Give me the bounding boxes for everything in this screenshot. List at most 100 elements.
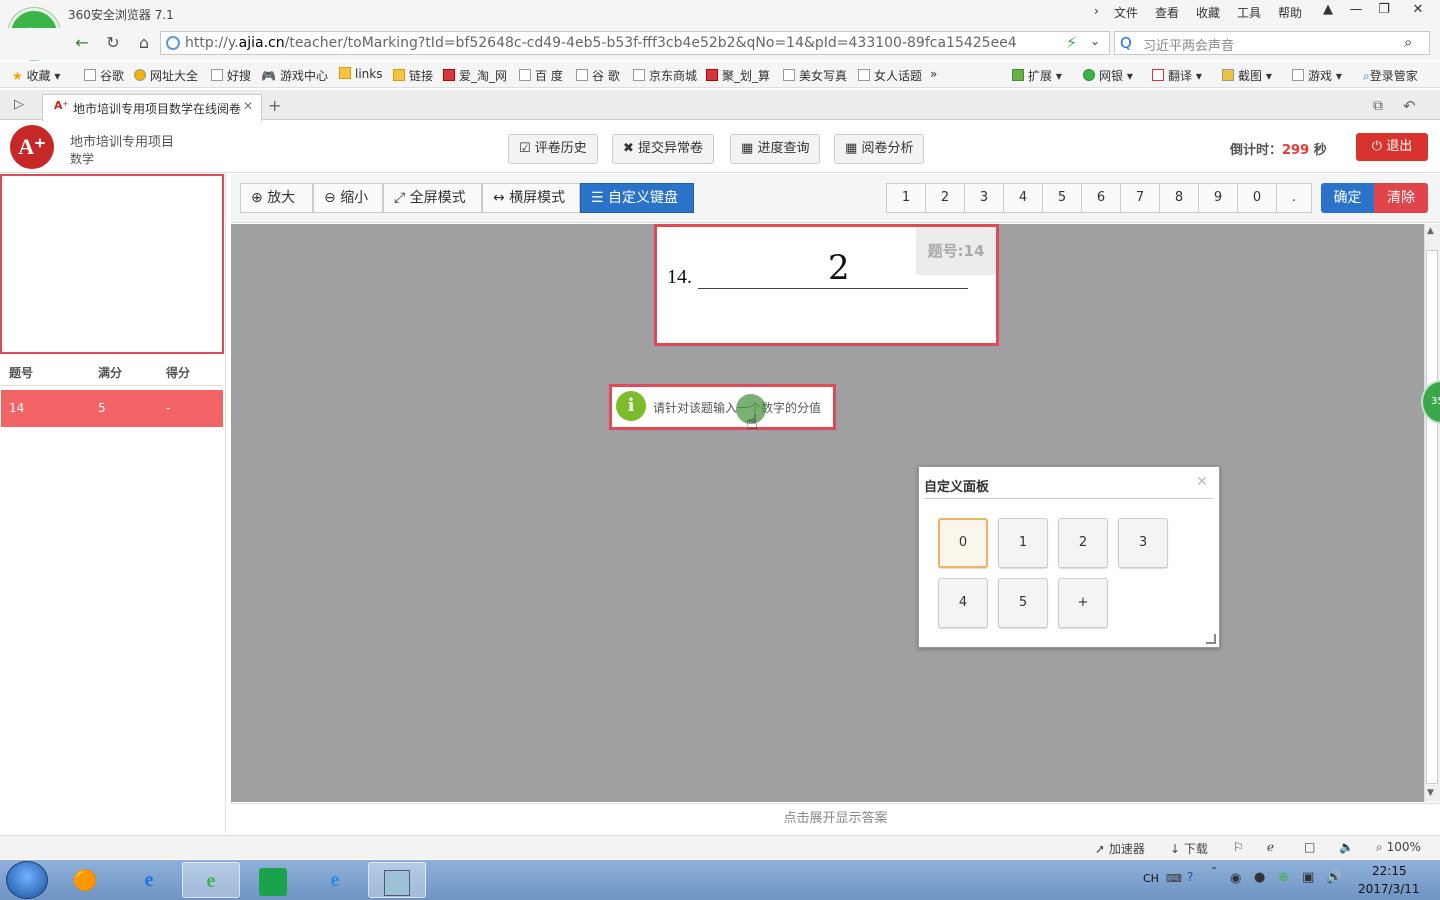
taskbar-green-app-icon[interactable]	[244, 862, 302, 898]
accelerator-button[interactable]: ➚ 加速器	[1095, 840, 1145, 857]
bookmark-nvren[interactable]: 女人话题	[858, 67, 922, 84]
clear-button[interactable]: 清除	[1374, 183, 1428, 213]
ie-mode-icon[interactable]: ℯ	[1267, 840, 1274, 854]
numkey-7[interactable]: 7	[1120, 183, 1160, 213]
bookmark-haosou[interactable]: 好搜	[211, 67, 251, 84]
chevron-down-icon[interactable]: ⌄	[1090, 34, 1100, 48]
panel-key-plus[interactable]: +	[1058, 578, 1108, 628]
numkey-0[interactable]: 0	[1237, 183, 1277, 213]
toolbar-login-manager[interactable]: ⌕登录管家	[1363, 67, 1418, 84]
tray-app-icon[interactable]: ◉	[1230, 871, 1241, 886]
menu-view[interactable]: 查看	[1155, 4, 1179, 21]
bookmark-aitao[interactable]: 爱_淘_网	[443, 67, 507, 84]
panel-key-4[interactable]: 4	[938, 578, 988, 628]
menu-help[interactable]: 帮助	[1278, 4, 1302, 21]
scroll-up-icon[interactable]: ▲	[1427, 226, 1434, 236]
bookmark-links[interactable]: links	[339, 67, 382, 81]
menu-file[interactable]: 文件	[1114, 4, 1138, 21]
resize-grip-icon[interactable]	[1206, 634, 1216, 644]
refresh-icon[interactable]: ↻	[101, 32, 125, 54]
fullscreen-button[interactable]: ⤢ 全屏模式	[383, 183, 482, 213]
bookmark-hao[interactable]: 网址大全	[134, 67, 198, 84]
numkey-dot[interactable]: .	[1276, 183, 1312, 213]
flag-icon[interactable]: ⚐	[1233, 840, 1244, 854]
bookmark-lianjie[interactable]: 链接	[393, 67, 433, 84]
search-icon[interactable]: ⌕	[1404, 33, 1412, 51]
toolbar-games[interactable]: 游戏 ▾	[1292, 67, 1342, 84]
panel-key-0[interactable]: 0	[938, 518, 988, 568]
lightning-icon[interactable]: ⚡	[1066, 33, 1077, 52]
help-icon[interactable]: ?	[1187, 870, 1193, 884]
input-language[interactable]: CH	[1143, 872, 1159, 885]
exit-button[interactable]: ⏻ 退出	[1356, 133, 1428, 161]
panel-key-2[interactable]: 2	[1058, 518, 1108, 568]
new-tab-button[interactable]: +	[268, 96, 281, 115]
qq-icon[interactable]: ●	[1254, 870, 1265, 885]
sidebar-toggle-icon[interactable]: ▷	[14, 97, 24, 112]
menu-tools[interactable]: 工具	[1237, 4, 1261, 21]
toolbar-translate[interactable]: 翻译 ▾	[1152, 67, 1202, 84]
panel-key-1[interactable]: 1	[998, 518, 1048, 568]
bookmark-baidu[interactable]: 百 度	[519, 67, 563, 84]
tab-marking[interactable]: 地市培训专用项目数学在线阅卷	[42, 94, 262, 121]
volume-icon[interactable]: 🔈	[1339, 840, 1354, 854]
back-arrow-icon[interactable]: ←	[70, 32, 94, 54]
numkey-9[interactable]: 9	[1198, 183, 1238, 213]
more-bookmarks-icon[interactable]: »	[930, 67, 937, 81]
home-icon[interactable]: ⌂	[132, 32, 156, 54]
expand-answer-toggle[interactable]: 点击展开显示答案	[231, 803, 1440, 833]
numkey-1[interactable]: 1	[886, 183, 926, 213]
undo-close-icon[interactable]: ↶	[1403, 97, 1416, 115]
keyboard-icon[interactable]: ⌨	[1166, 872, 1182, 885]
table-row[interactable]	[1, 390, 223, 427]
tab-close-icon[interactable]: ✕	[241, 99, 254, 113]
toolbar-screenshot[interactable]: 截图 ▾	[1222, 67, 1272, 84]
search-engine-icon[interactable]: Q	[1120, 34, 1132, 52]
taskbar-360-browser-icon[interactable]: e	[182, 862, 240, 898]
toolbar-extensions[interactable]: 扩展 ▾	[1012, 67, 1062, 84]
bookmark-google[interactable]: 谷歌	[84, 67, 124, 84]
zoom-level[interactable]: ⌕ 100%	[1376, 840, 1421, 855]
custom-keyboard-button[interactable]: ☰ 自定义键盘	[580, 183, 694, 213]
minimize-button[interactable]: —	[1344, 2, 1368, 22]
progress-query-button[interactable]: ▦ 进度查询	[730, 134, 821, 164]
clock-time[interactable]: 22:15	[1372, 864, 1407, 878]
start-button[interactable]	[6, 861, 48, 899]
taskbar-ie-icon[interactable]: e	[120, 862, 178, 898]
scrollbar-thumb[interactable]	[1426, 250, 1438, 784]
shirt-skin-icon[interactable]: ▲	[1316, 2, 1340, 22]
menu-favorites[interactable]: 收藏	[1196, 4, 1220, 21]
close-icon[interactable]: ✕	[1196, 474, 1208, 490]
bookmark-juhuasuan[interactable]: 聚_划_算	[706, 67, 770, 84]
window-icon[interactable]: □	[1304, 840, 1315, 854]
close-window-button[interactable]: ✕	[1406, 2, 1430, 22]
landscape-button[interactable]: ↔ 横屏模式	[482, 183, 580, 213]
answer-thumbnail[interactable]	[0, 174, 224, 354]
address-url[interactable]: http://y.ajia.cn/teacher/toMarking?tId=b…	[185, 35, 1065, 51]
grading-analysis-button[interactable]: ▦ 阅卷分析	[834, 134, 925, 164]
submit-abnormal-button[interactable]: ✖ 提交异常卷	[612, 134, 715, 164]
toolbar-bank[interactable]: 网银 ▾	[1083, 67, 1133, 84]
panel-key-3[interactable]: 3	[1118, 518, 1168, 568]
security-icon[interactable]: ⊕	[1278, 870, 1289, 885]
numkey-8[interactable]: 8	[1159, 183, 1199, 213]
bookmark-games[interactable]: 🎮 游戏中心	[261, 67, 328, 84]
zoom-out-button[interactable]: ⊖ 缩小	[313, 183, 383, 213]
network-icon[interactable]: ▣	[1302, 870, 1314, 885]
bookmark-jd[interactable]: 京东商城	[633, 67, 697, 84]
grading-history-button[interactable]: ☑ 评卷历史	[508, 134, 598, 164]
panel-key-5[interactable]: 5	[998, 578, 1048, 628]
numkey-4[interactable]: 4	[1003, 183, 1043, 213]
maximize-button[interactable]: ❐	[1372, 2, 1396, 22]
download-button[interactable]: ↓ 下载	[1170, 840, 1208, 857]
bookmark-meinv[interactable]: 美女写真	[783, 67, 847, 84]
taskbar-ie2-icon[interactable]: e	[306, 862, 364, 898]
numkey-6[interactable]: 6	[1081, 183, 1121, 213]
search-input[interactable]: 习近平两会声音	[1143, 35, 1234, 54]
numkey-5[interactable]: 5	[1042, 183, 1082, 213]
zoom-in-button[interactable]: ⊕ 放大	[240, 183, 313, 213]
taskbar-notepad-icon[interactable]	[368, 862, 426, 898]
tab-list-icon[interactable]: ⧉	[1373, 98, 1383, 114]
tray-expand-icon[interactable]: ⌃	[1210, 866, 1218, 877]
confirm-button[interactable]: 确定	[1321, 183, 1374, 213]
